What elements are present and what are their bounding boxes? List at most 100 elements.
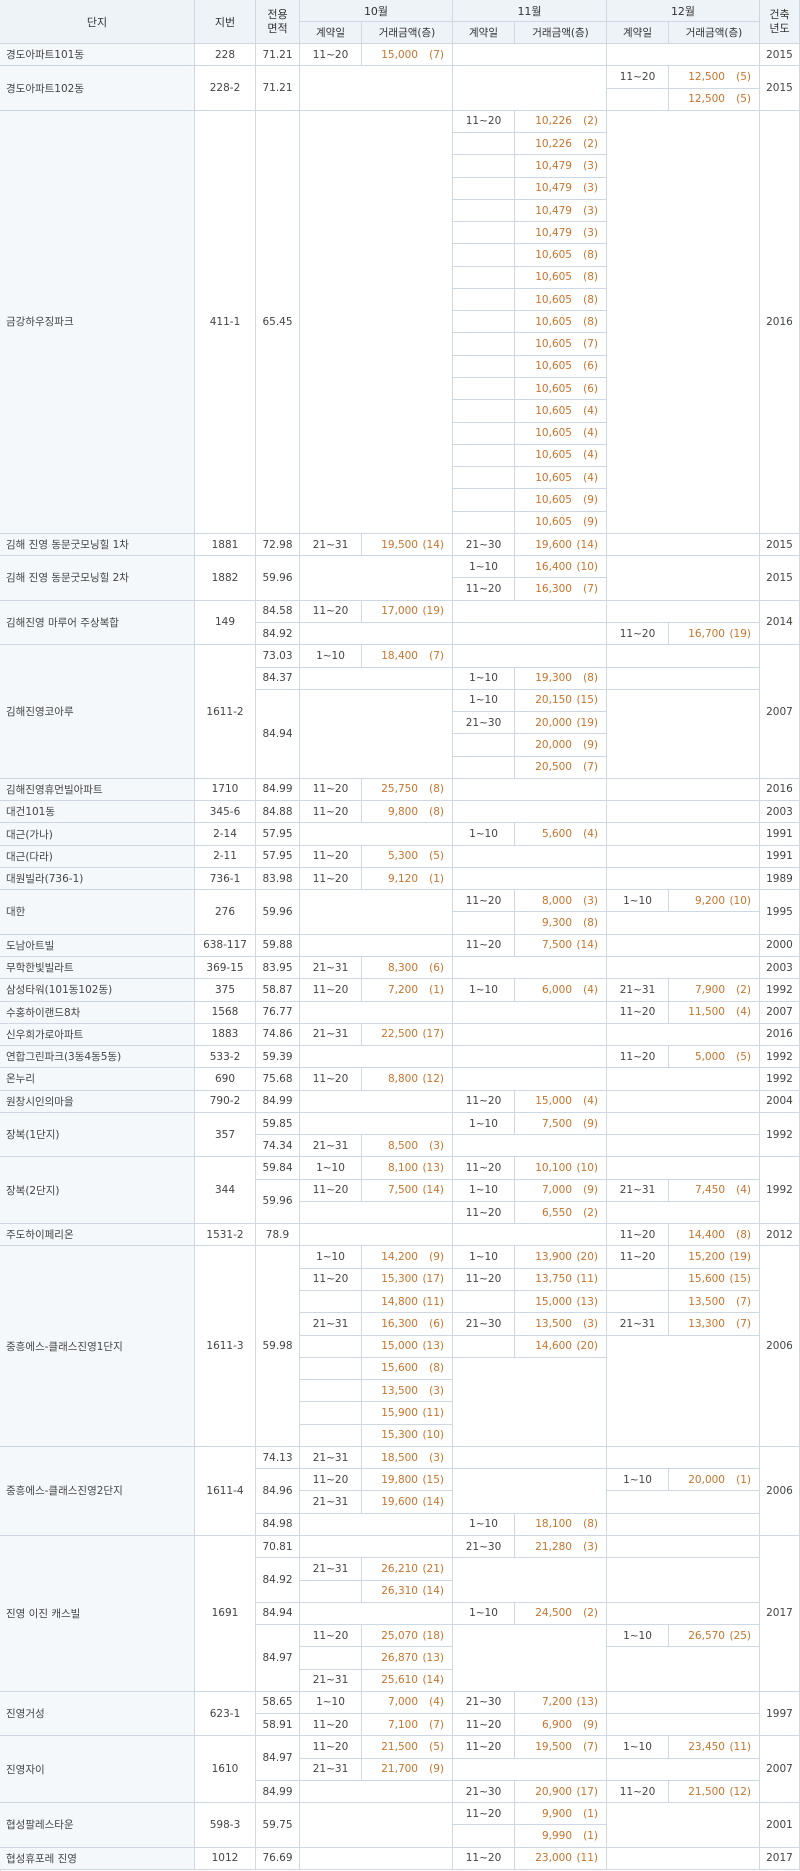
deal-price: 10,479 (535, 159, 572, 172)
exclusive-area: 73.03 (256, 645, 300, 668)
empty-month-cell (607, 1647, 760, 1692)
empty-month-cell (607, 600, 760, 623)
contract-day: 21~31 (300, 1135, 362, 1158)
deal-price: 10,605 (535, 360, 572, 373)
deal-amount: 6,900 (9) (515, 1714, 607, 1737)
floor-number: (6) (583, 382, 598, 395)
floor-number: (5) (736, 1050, 751, 1063)
floor-number: (19) (576, 716, 598, 729)
floor-number: (4) (583, 828, 598, 840)
deal-price: 8,800 (387, 1072, 418, 1085)
floor-number: (3) (583, 1317, 598, 1330)
deal-price: 15,600 (381, 1362, 418, 1375)
exclusive-area: 58.91 (256, 1714, 300, 1737)
deal-amount: 15,000 (7) (362, 44, 453, 67)
deal-price: 16,300 (381, 1317, 418, 1330)
lot-number: 357 (195, 1112, 256, 1158)
contract-day (453, 266, 515, 289)
deal-price: 7,500 (541, 1117, 572, 1130)
deal-amount: 20,000 (9) (515, 734, 607, 757)
floor-number: (14) (422, 1184, 444, 1197)
floor-number: (3) (429, 1139, 444, 1152)
complex-name: 김해진영휴먼빌아파트 (0, 778, 195, 802)
complex-name: 온누리 (0, 1068, 195, 1091)
contract-day: 11~20 (300, 1068, 362, 1091)
deal-amount: 9,900 (1) (515, 1803, 607, 1826)
complex-name: 중흥에스-클래스진영1단지 (0, 1246, 195, 1447)
contract-day: 21~31 (300, 1558, 362, 1581)
complex-name: 수홍하이랜드8차 (0, 1001, 195, 1024)
empty-month-cell (453, 645, 607, 668)
deal-price: 13,500 (688, 1295, 725, 1308)
contract-day: 1~10 (453, 1246, 515, 1269)
contract-day (300, 1357, 362, 1381)
contract-day: 21~31 (300, 1669, 362, 1692)
exclusive-area: 74.13 (256, 1446, 300, 1470)
deal-amount: 8,000 (3) (515, 890, 607, 913)
deal-amount: 16,400 (10) (515, 556, 607, 579)
floor-number: (20) (576, 1340, 598, 1353)
deal-amount: 24,500 (2) (515, 1602, 607, 1626)
lot-number: 1611-3 (195, 1246, 256, 1447)
deal-price: 18,500 (381, 1451, 418, 1464)
floor-number: (9) (583, 1184, 598, 1197)
lot-number: 598-3 (195, 1803, 256, 1848)
deal-amount: 7,000 (4) (362, 1691, 453, 1715)
contract-day (453, 155, 515, 178)
deal-amount: 13,750 (11) (515, 1268, 607, 1292)
contract-day: 11~20 (300, 1179, 362, 1202)
complex-name: 경도아파트101동 (0, 44, 195, 67)
deal-price: 10,605 (535, 427, 572, 440)
floor-number: (14) (422, 1585, 444, 1598)
floor-number: (3) (583, 1540, 598, 1553)
exclusive-area: 58.87 (256, 979, 300, 1002)
floor-number: (14) (422, 1674, 444, 1687)
complex-name: 김해 진영 동문굿모닝힐 2차 (0, 556, 195, 601)
built-year: 2015 (760, 556, 800, 601)
floor-number: (5) (429, 850, 444, 863)
contract-day: 11~20 (453, 1157, 515, 1180)
contract-day (453, 400, 515, 423)
exclusive-area: 84.97 (256, 1625, 300, 1692)
built-year: 2015 (760, 533, 800, 557)
deal-price: 19,600 (381, 1496, 418, 1509)
deal-amount: 10,605 (6) (515, 378, 607, 401)
contract-day (453, 222, 515, 245)
empty-month-cell (607, 1535, 760, 1559)
deal-amount: 6,000 (4) (515, 979, 607, 1002)
floor-number: (2) (736, 983, 751, 996)
floor-number: (17) (422, 1028, 444, 1041)
lot-number: 790-2 (195, 1090, 256, 1113)
deal-amount: 15,600 (8) (362, 1357, 453, 1381)
lot-number: 1881 (195, 533, 256, 557)
deal-amount: 7,200 (1) (362, 979, 453, 1002)
floor-number: (4) (583, 404, 598, 417)
exclusive-area: 84.96 (256, 1469, 300, 1514)
contract-day (453, 244, 515, 267)
exclusive-area: 59.75 (256, 1803, 300, 1848)
empty-month-cell (453, 867, 607, 891)
subheader-amount-oct: 거래금액(층) (362, 22, 453, 44)
empty-month-cell (607, 823, 760, 846)
floor-number: (7) (429, 649, 444, 662)
contract-day: 1~10 (300, 645, 362, 668)
lot-number: 2-14 (195, 823, 256, 846)
contract-day (453, 199, 515, 223)
deal-price: 16,400 (535, 560, 572, 573)
deal-amount: 21,700 (9) (362, 1758, 453, 1781)
empty-month-cell (300, 1090, 453, 1113)
deal-price: 5,000 (694, 1050, 725, 1063)
deal-price: 26,570 (688, 1629, 725, 1642)
empty-month-cell (607, 1758, 760, 1781)
floor-number: (13) (422, 1162, 444, 1175)
contract-day: 1~10 (453, 667, 515, 690)
floor-number: (18) (422, 1629, 444, 1642)
floor-number: (20) (576, 1251, 598, 1264)
empty-month-cell (300, 1513, 453, 1536)
deal-price: 20,000 (535, 716, 572, 729)
floor-number: (3) (429, 1384, 444, 1397)
deal-amount: 10,100 (10) (515, 1157, 607, 1180)
subheader-contract-day-oct: 계약일 (300, 22, 362, 44)
deal-amount: 20,150 (15) (515, 689, 607, 713)
contract-day (300, 1291, 362, 1314)
